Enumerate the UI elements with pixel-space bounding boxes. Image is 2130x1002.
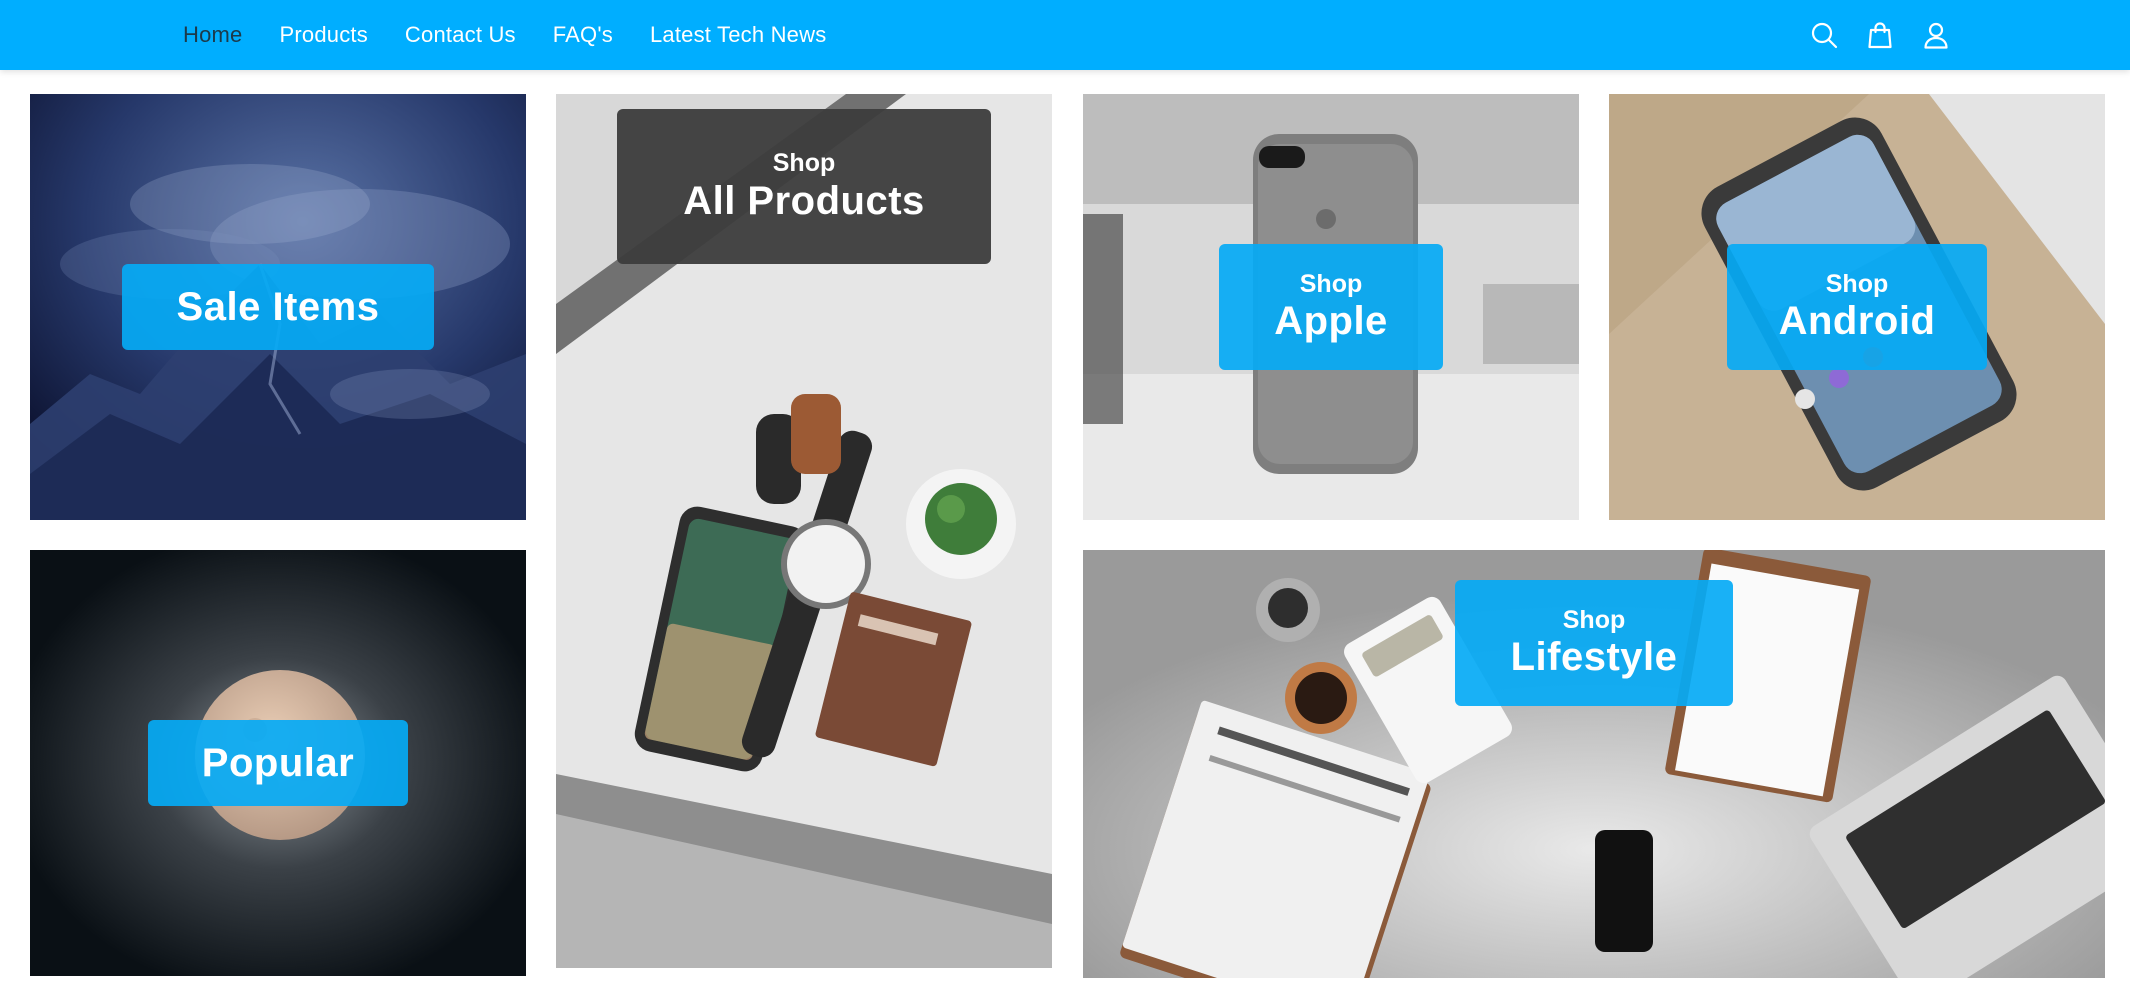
main-nav: Home Products Contact Us FAQ's Latest Te… (183, 0, 826, 70)
all-products-title: All Products (683, 178, 925, 223)
all-products-label[interactable]: Shop All Products (617, 109, 991, 264)
tile-sale-items[interactable]: Sale Items (30, 94, 526, 520)
nav-contact-us[interactable]: Contact Us (405, 22, 516, 48)
popular-label[interactable]: Popular (148, 720, 408, 806)
sale-items-title: Sale Items (176, 285, 380, 329)
apple-prefix: Shop (1299, 269, 1363, 298)
android-title: Android (1778, 299, 1936, 344)
nav-faqs[interactable]: FAQ's (553, 22, 613, 48)
lifestyle-label[interactable]: Shop Lifestyle (1455, 580, 1733, 706)
lifestyle-title: Lifestyle (1510, 635, 1678, 680)
header-icons (1810, 0, 1950, 70)
lifestyle-prefix: Shop (1562, 605, 1626, 634)
sale-items-label[interactable]: Sale Items (122, 264, 434, 350)
nav-home[interactable]: Home (183, 22, 243, 48)
android-label[interactable]: Shop Android (1727, 244, 1987, 370)
apple-label[interactable]: Shop Apple (1219, 244, 1443, 370)
popular-title: Popular (201, 741, 355, 785)
apple-title: Apple (1274, 299, 1388, 344)
tile-all-products[interactable]: Shop All Products (556, 94, 1052, 968)
tile-popular[interactable]: Popular (30, 550, 526, 976)
shopping-bag-icon[interactable] (1866, 21, 1894, 49)
all-products-prefix: Shop (772, 149, 836, 178)
user-icon[interactable] (1922, 21, 1950, 49)
nav-latest-tech-news[interactable]: Latest Tech News (650, 22, 826, 48)
tile-android[interactable]: Shop Android (1609, 94, 2105, 520)
android-prefix: Shop (1825, 269, 1889, 298)
search-icon[interactable] (1810, 21, 1838, 49)
tile-apple[interactable]: Shop Apple (1083, 94, 1579, 520)
nav-products[interactable]: Products (280, 22, 368, 48)
top-nav-bar: Home Products Contact Us FAQ's Latest Te… (0, 0, 2130, 70)
tile-lifestyle[interactable]: Shop Lifestyle (1083, 550, 2105, 978)
